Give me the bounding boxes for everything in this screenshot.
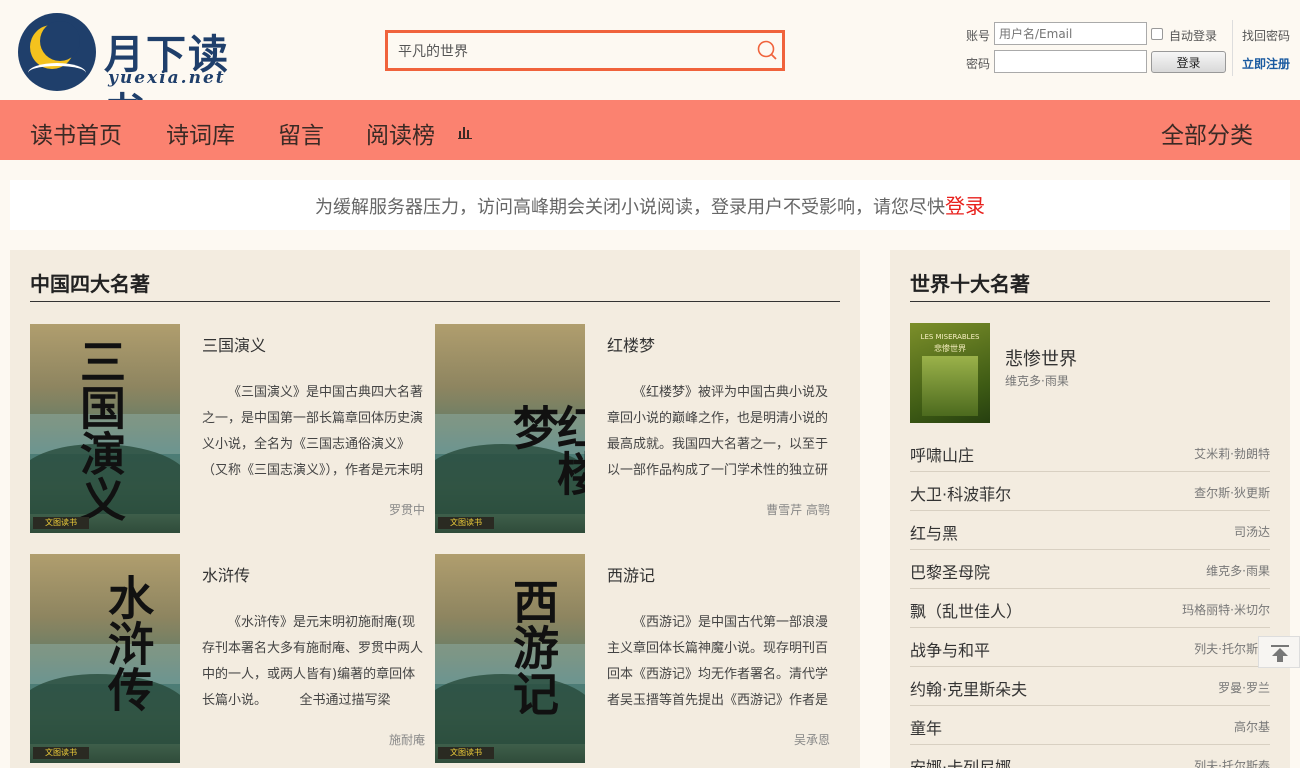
list-item: 呼啸山庄 艾米莉·勃朗特 xyxy=(910,433,1270,472)
book-title[interactable]: 西游记 xyxy=(607,562,655,586)
list-item-author[interactable]: 司汤达 xyxy=(1234,523,1270,540)
list-item: 飘（乱世佳人） 玛格丽特·米切尔 xyxy=(910,589,1270,628)
list-item-title[interactable]: 大卫·科波菲尔 xyxy=(910,481,1011,505)
section-divider xyxy=(910,301,1270,302)
cover-stamp: 文图读书 xyxy=(33,517,89,529)
list-item-title[interactable]: 安娜·卡列尼娜 xyxy=(910,754,1011,768)
book-author[interactable]: 吴承恩 xyxy=(794,731,830,748)
site-header: 月下读书 yuexia.net 账号 自动登录 密码 登录 找回密码 立即注册 xyxy=(0,0,1300,136)
list-item-title[interactable]: 战争与和平 xyxy=(910,637,990,661)
book-title[interactable]: 三国演义 xyxy=(202,332,266,356)
featured-book-title[interactable]: 悲惨世界 xyxy=(1005,345,1077,371)
arrow-up-to-top-icon xyxy=(1271,645,1289,662)
login-button[interactable]: 登录 xyxy=(1151,51,1226,73)
notice-bar: 为缓解服务器压力，访问高峰期会关闭小说阅读，登录用户不受影响，请您尽快登录 xyxy=(10,180,1290,230)
section-divider xyxy=(30,301,840,302)
list-item: 约翰·克里斯朵夫 罗曼·罗兰 xyxy=(910,667,1270,706)
list-item-author[interactable]: 维克多·雨果 xyxy=(1206,562,1270,579)
list-item-title[interactable]: 童年 xyxy=(910,715,942,739)
cover-stamp: 文图读书 xyxy=(438,747,494,759)
cover-stamp: 文图读书 xyxy=(33,747,89,759)
book-card: 水浒传 文图读书 水浒传 《水浒传》是元末明初施耐庵(现存刊本署名大多有施耐庵、… xyxy=(30,554,430,764)
featured-cover-cn: 悲惨世界 xyxy=(934,344,966,353)
list-item: 红与黑 司汤达 xyxy=(910,511,1270,550)
list-item-title[interactable]: 巴黎圣母院 xyxy=(910,559,990,583)
nav-all-categories[interactable]: 全部分类 xyxy=(1161,116,1253,150)
forgot-password-link[interactable]: 找回密码 xyxy=(1242,27,1290,44)
list-item: 童年 高尔基 xyxy=(910,706,1270,745)
book-title[interactable]: 水浒传 xyxy=(202,562,250,586)
book-title[interactable]: 红楼梦 xyxy=(607,332,655,356)
site-logo[interactable]: 月下读书 yuexia.net xyxy=(16,10,241,136)
list-item-title[interactable]: 红与黑 xyxy=(910,520,958,544)
cover-title: 三国演义 xyxy=(73,338,127,522)
account-label: 账号 xyxy=(966,29,991,43)
cover-stamp: 文图读书 xyxy=(438,517,494,529)
search-icon[interactable] xyxy=(756,39,778,61)
account-input[interactable] xyxy=(994,22,1147,45)
register-link[interactable]: 立即注册 xyxy=(1242,55,1290,72)
logo-text-en: yuexia.net xyxy=(108,68,226,88)
book-author[interactable]: 罗贯中 xyxy=(389,501,425,518)
notice-login-link[interactable]: 登录 xyxy=(945,194,985,218)
book-cover[interactable]: 西游记 文图读书 xyxy=(435,554,585,763)
featured-book-author[interactable]: 维克多·雨果 xyxy=(1005,372,1069,389)
book-cover[interactable]: 水浒传 文图读书 xyxy=(30,554,180,763)
book-description: 《西游记》是中国古代第一部浪漫主义章回体长篇神魔小说。现存明刊百回本《西游记》均… xyxy=(607,615,829,708)
book-author[interactable]: 曹雪芹 高鹗 xyxy=(766,501,830,518)
featured-book-cover[interactable]: LES MISERABLES 悲惨世界 xyxy=(910,323,990,423)
list-item-author[interactable]: 艾米莉·勃朗特 xyxy=(1194,445,1270,462)
list-item: 安娜·卡列尼娜 列夫·托尔斯泰 xyxy=(910,745,1270,768)
cover-title: 水浒传 xyxy=(101,574,155,712)
nav-guestbook[interactable]: 留言 xyxy=(278,116,324,150)
main-nav: 读书首页 诗词库 留言 阅读榜 全部分类 xyxy=(0,100,1300,160)
cover-title: 西游记 xyxy=(506,578,560,716)
nav-poetry[interactable]: 诗词库 xyxy=(166,116,235,150)
notice-text: 为缓解服务器压力，访问高峰期会关闭小说阅读，登录用户不受影响，请您尽快 xyxy=(315,197,945,218)
bar-chart-icon[interactable] xyxy=(458,125,472,139)
list-item-author[interactable]: 高尔基 xyxy=(1234,718,1270,735)
world-classics-list: 呼啸山庄 艾米莉·勃朗特 大卫·科波菲尔 查尔斯·狄更斯 红与黑 司汤达 巴黎圣母院 维… xyxy=(910,433,1270,768)
book-card: 红楼梦 文图读书 红楼梦 《红楼梦》被评为中国古典小说及章回小说的巅峰之作，也是… xyxy=(435,324,835,534)
list-item-title[interactable]: 飘（乱世佳人） xyxy=(910,598,1022,622)
auto-login-checkbox[interactable] xyxy=(1151,28,1163,40)
logo-moon-icon xyxy=(18,13,96,91)
book-cover[interactable]: 三国演义 文图读书 xyxy=(30,324,180,533)
book-cover[interactable]: 红楼梦 文图读书 xyxy=(435,324,585,533)
login-divider xyxy=(1232,20,1233,76)
list-item: 大卫·科波菲尔 查尔斯·狄更斯 xyxy=(910,472,1270,511)
section-title: 世界十大名著 xyxy=(910,272,1030,296)
cover-title: 红楼梦 xyxy=(506,404,585,496)
book-card: 西游记 文图读书 西游记 《西游记》是中国古代第一部浪漫主义章回体长篇神魔小说。… xyxy=(435,554,835,764)
book-description: 《三国演义》是中国古典四大名著之一，是中国第一部长篇章回体历史演义小说，全名为《… xyxy=(202,385,424,478)
list-item: 巴黎圣母院 维克多·雨果 xyxy=(910,550,1270,589)
book-description: 《水浒传》是元末明初施耐庵(现存刊本署名大多有施耐庵、罗贯中两人中的一人，或两人… xyxy=(202,615,424,708)
list-item-author[interactable]: 罗曼·罗兰 xyxy=(1218,679,1270,696)
search-input[interactable] xyxy=(398,39,748,63)
nav-ranking[interactable]: 阅读榜 xyxy=(366,116,435,150)
login-form: 账号 自动登录 密码 登录 找回密码 立即注册 xyxy=(960,20,1300,80)
password-label: 密码 xyxy=(966,57,991,71)
book-author[interactable]: 施耐庵 xyxy=(389,731,425,748)
auto-login-label: 自动登录 xyxy=(1169,29,1218,43)
four-classics-section: 中国四大名著 三国演义 文图读书 三国演义 《三国演义》是中国古典四大名著之一，… xyxy=(10,250,860,768)
book-card: 三国演义 文图读书 三国演义 《三国演义》是中国古典四大名著之一，是中国第一部长… xyxy=(30,324,430,534)
nav-home[interactable]: 读书首页 xyxy=(30,116,122,150)
world-classics-section: 世界十大名著 LES MISERABLES 悲惨世界 悲惨世界 维克多·雨果 呼… xyxy=(890,250,1290,768)
section-title: 中国四大名著 xyxy=(30,272,150,296)
back-to-top-button[interactable] xyxy=(1258,636,1300,668)
search-box xyxy=(385,30,785,71)
list-item-title[interactable]: 约翰·克里斯朵夫 xyxy=(910,676,1027,700)
list-item-author[interactable]: 查尔斯·狄更斯 xyxy=(1194,484,1270,501)
featured-cover-title: LES MISERABLES xyxy=(920,333,980,341)
list-item-author[interactable]: 列夫·托尔斯泰 xyxy=(1194,757,1270,768)
password-input[interactable] xyxy=(994,50,1147,73)
list-item-title[interactable]: 呼啸山庄 xyxy=(910,442,974,466)
list-item-author[interactable]: 玛格丽特·米切尔 xyxy=(1182,601,1270,618)
book-description: 《红楼梦》被评为中国古典小说及章回小说的巅峰之作，也是明清小说的最高成就。我国四… xyxy=(607,385,829,478)
list-item: 战争与和平 列夫·托尔斯泰 xyxy=(910,628,1270,667)
